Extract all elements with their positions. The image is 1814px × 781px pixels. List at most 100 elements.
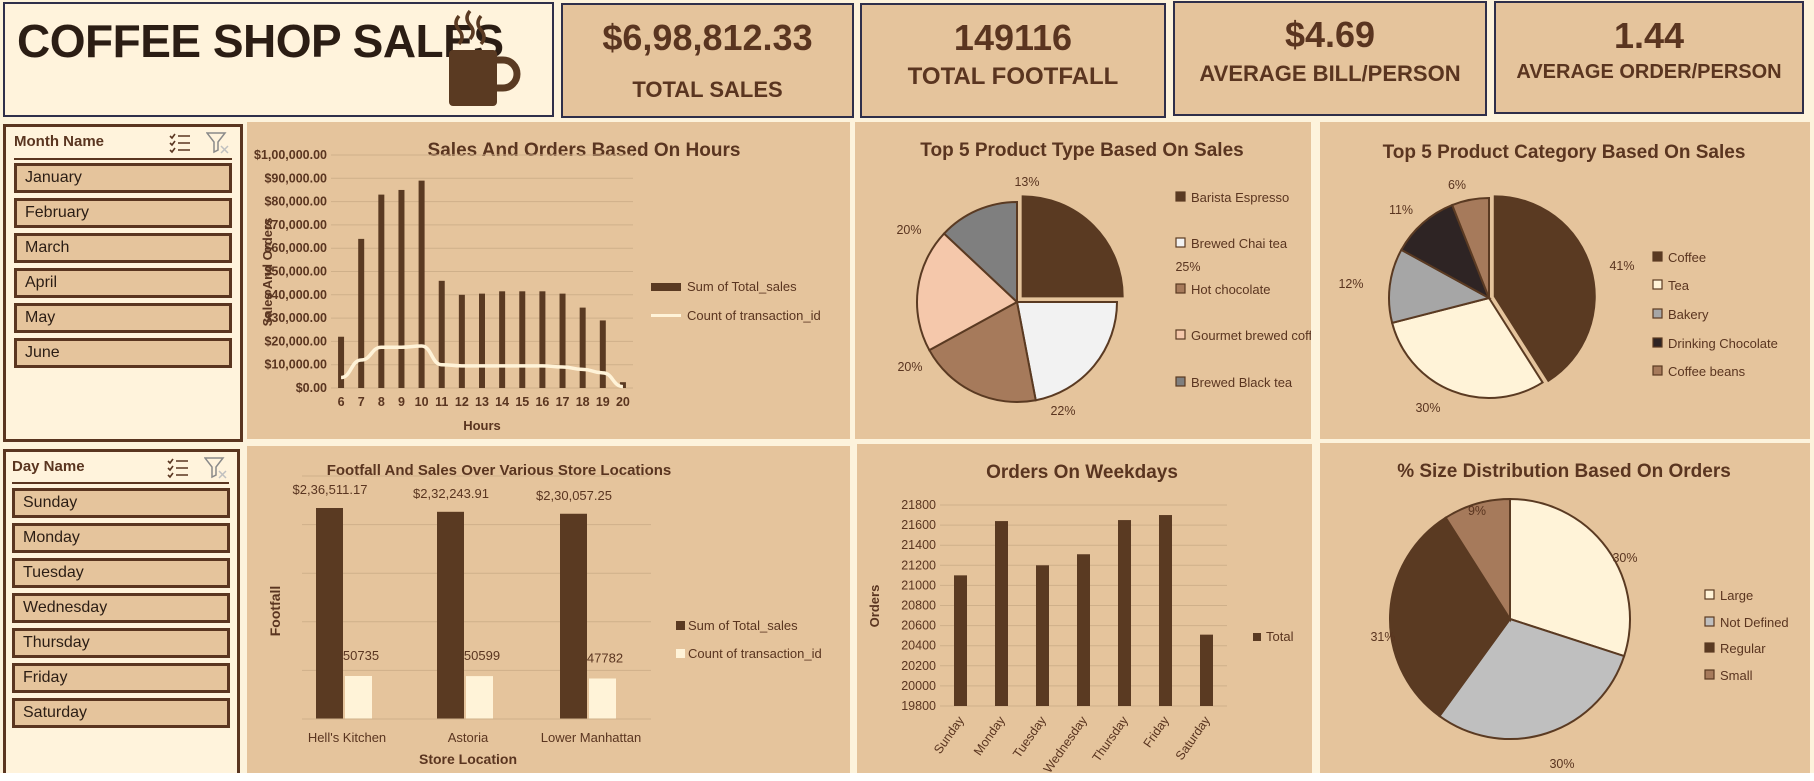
slicer-item-april[interactable]: April (14, 268, 232, 298)
slicer-item-june[interactable]: June (14, 338, 232, 368)
weekdays-chart-panel: Orders On Weekdays 19800 20000 20200 20400 20… (857, 444, 1312, 776)
x-tick-label: 17 (556, 395, 570, 409)
x-axis-title: Hours (463, 418, 501, 433)
kpi-label: TOTAL FOOTFALL (907, 63, 1119, 90)
clear-filter-icon[interactable] (204, 456, 228, 480)
coffee-cup-icon (449, 9, 521, 106)
dashboard-title: COFFEE SHOP SALES (17, 15, 504, 67)
chart-title: Top 5 Product Category Based On Sales (1383, 142, 1746, 163)
y-tick-label: $10,000.00 (264, 358, 327, 372)
slicer-item-friday[interactable]: Friday (12, 663, 230, 693)
slicer-item-may[interactable]: May (14, 303, 232, 333)
y-axis-title: Footfall (267, 586, 283, 637)
legend-label: Total (1266, 629, 1294, 644)
pie-value-label: 30% (1415, 401, 1440, 415)
kpi-value: $6,98,812.33 (602, 17, 813, 58)
y-tick-label: 20400 (901, 639, 936, 653)
x-tick-label: Saturday (1173, 713, 1214, 763)
x-tick-label: Friday (1141, 713, 1173, 750)
slicer-item-sunday[interactable]: Sunday (12, 488, 230, 518)
legend-label: Coffee (1668, 250, 1706, 265)
hours-chart: Sales And Orders Based On Hours $0.00 $10,… (254, 140, 821, 433)
pie-value-label: 13% (1014, 175, 1039, 189)
product-category-pie-chart: Top 5 Product Category Based On Sales 41%… (1338, 142, 1778, 415)
pie-value-label: 6% (1448, 178, 1466, 192)
slicer-item-march[interactable]: March (14, 233, 232, 263)
pie-value-label: 25% (1175, 260, 1200, 274)
legend-swatch (1175, 237, 1186, 248)
y-tick-label: 20600 (901, 619, 936, 633)
bar-sales-store (560, 513, 587, 719)
x-tick-label: Astoria (448, 730, 489, 745)
day-slicer[interactable]: Day Name Sunday Monday Tuesday Wednesday… (3, 449, 240, 777)
chart-title: Top 5 Product Type Based On Sales (920, 140, 1243, 161)
legend-swatch-count (651, 314, 681, 317)
sheet-scrollbar[interactable] (0, 773, 1814, 781)
legend-label: Sum of Total_sales (688, 618, 798, 633)
clear-filter-icon[interactable] (206, 131, 230, 155)
y-tick-label: 20200 (901, 659, 936, 673)
month-slicer[interactable]: Month Name January February March April … (3, 124, 243, 442)
title-panel: COFFEE SHOP SALES (3, 2, 554, 117)
x-tick-label: 18 (576, 395, 590, 409)
pie-value-label: 9% (1468, 504, 1486, 518)
data-label: $2,36,511.17 (293, 482, 368, 497)
multi-select-icon[interactable] (166, 456, 190, 480)
y-tick-label: 20800 (901, 599, 936, 613)
x-tick-label: 9 (398, 395, 405, 409)
data-label: 50599 (464, 648, 500, 663)
pie-value-label: 20% (897, 360, 922, 374)
legend-label: Count of transaction_id (688, 646, 822, 661)
pie-value-label: 41% (1609, 259, 1634, 273)
bar-count-store (466, 676, 493, 719)
product-type-chart-panel: Top 5 Product Type Based On Sales 25% 22% 2… (855, 122, 1327, 439)
y-tick-label: $1,00,000.00 (254, 148, 327, 162)
legend-label: Count of transaction_id (687, 308, 821, 323)
x-tick-label: 7 (358, 395, 365, 409)
legend-swatch-sales (651, 283, 681, 291)
legend-label: Drinking Chocolate (1668, 336, 1778, 351)
slicer-item-saturday[interactable]: Saturday (12, 698, 230, 728)
legend-swatch (1704, 642, 1715, 653)
bar-sales-hour (479, 293, 485, 388)
legend-label: Large (1720, 588, 1753, 603)
pie-value-label: 22% (1050, 404, 1075, 418)
weekdays-chart: Orders On Weekdays 19800 20000 20200 20400 20… (867, 462, 1294, 776)
x-tick-label: 16 (535, 395, 549, 409)
chart-title: Sales And Orders Based On Hours (428, 140, 741, 161)
chart-title: Orders On Weekdays (986, 462, 1178, 483)
data-label: 47782 (587, 651, 623, 666)
bar-orders-weekday (995, 521, 1008, 706)
slicer-item-wednesday[interactable]: Wednesday (12, 593, 230, 623)
y-tick-label: $80,000.00 (264, 195, 327, 209)
slicer-item-thursday[interactable]: Thursday (12, 628, 230, 658)
slicer-item-tuesday[interactable]: Tuesday (12, 558, 230, 588)
legend-swatch (1652, 365, 1663, 376)
legend-label: Sum of Total_sales (687, 279, 797, 294)
slicer-item-january[interactable]: January (14, 163, 232, 193)
multi-select-icon[interactable] (168, 131, 192, 155)
pie-slice (1021, 195, 1124, 298)
kpi-label: AVERAGE ORDER/PERSON (1516, 61, 1782, 83)
kpi-average-bill: $4.69 AVERAGE BILL/PERSON (1173, 1, 1487, 116)
legend-swatch (1704, 589, 1715, 600)
x-tick-label: Lower Manhattan (541, 730, 641, 745)
legend-swatch (1652, 279, 1663, 290)
x-tick-label: 11 (435, 395, 448, 409)
y-tick-label: 21400 (901, 538, 936, 552)
bar-sales-hour (599, 320, 606, 388)
legend-label: Brewed Black tea (1191, 375, 1293, 390)
bar-sales-hour (338, 336, 345, 388)
x-tick-label: 10 (415, 395, 429, 409)
kpi-average-order: 1.44 AVERAGE ORDER/PERSON (1494, 1, 1804, 114)
legend-label: Tea (1668, 278, 1690, 293)
slicer-item-monday[interactable]: Monday (12, 523, 230, 553)
slicer-item-february[interactable]: February (14, 198, 232, 228)
pie-value-label: 30% (1549, 757, 1574, 771)
legend-label: Small (1720, 668, 1753, 683)
y-tick-label: $90,000.00 (264, 171, 327, 185)
legend-label: Regular (1720, 641, 1766, 656)
bar-sales-hour (438, 280, 445, 388)
product-type-pie-chart: Top 5 Product Type Based On Sales 25% 22% 2… (896, 140, 1326, 418)
bar-count-store (589, 678, 616, 719)
